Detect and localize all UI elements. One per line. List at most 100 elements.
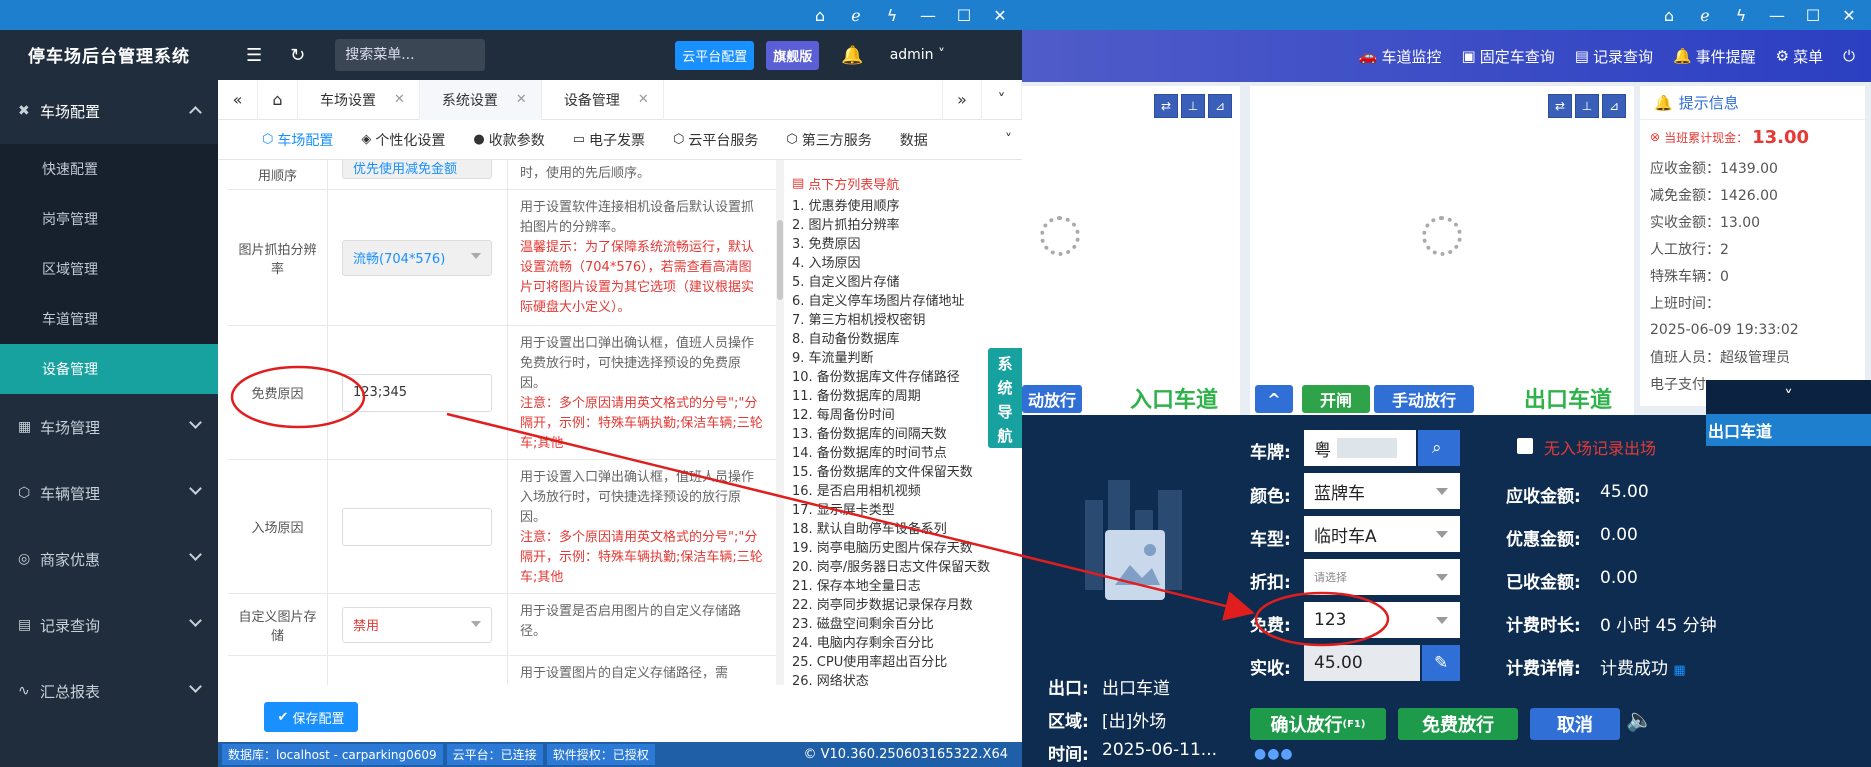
nav-list-item[interactable]: 3. 免费原因 <box>792 235 1022 254</box>
home-icon[interactable]: ⌂ <box>1659 5 1679 25</box>
nav-list-item[interactable]: 8. 自动备份数据库 <box>792 330 1022 349</box>
sidebar-group-reports[interactable]: ∿ 汇总报表 <box>0 658 218 724</box>
sidebar-item-quick-config[interactable]: 快速配置 <box>0 144 218 194</box>
paid-input[interactable]: 45.00 <box>1304 645 1420 681</box>
nav-list-item[interactable]: 6. 自定义停车场图片存储地址 <box>792 292 1022 311</box>
close-tab-icon[interactable]: ✕ <box>394 92 405 107</box>
home-icon[interactable]: ⌂ <box>810 5 830 25</box>
edit-pencil-icon[interactable]: ✎ <box>1422 645 1460 681</box>
resolution-select[interactable]: 流畅(704*576) <box>342 239 492 276</box>
nav-list-item[interactable]: 20. 岗亭/服务器日志文件保留天数 <box>792 558 1022 577</box>
user-menu[interactable]: admin ˅ <box>890 47 945 63</box>
nav-lane-monitor[interactable]: 🚗 车道监控 <box>1359 46 1442 67</box>
subtab-data[interactable]: 数据 <box>886 120 942 160</box>
close-icon[interactable]: ✕ <box>990 5 1010 25</box>
sync-icon[interactable]: ⇄ <box>1548 94 1572 118</box>
free-reason-input[interactable]: 123;345 <box>342 373 492 412</box>
nav-list-item[interactable]: 1. 优惠券使用顺序 <box>792 197 1022 216</box>
form-scrollbar-thumb[interactable] <box>777 220 783 300</box>
close-icon[interactable]: ✕ <box>1839 5 1859 25</box>
sidebar-group-lot-config[interactable]: ✖ 车场配置 <box>0 78 218 144</box>
nav-list-item[interactable]: 7. 第三方相机授权密钥 <box>792 311 1022 330</box>
lane-column-toggle-icon[interactable]: ˅ <box>1706 380 1871 414</box>
gate-icon[interactable]: ⊥ <box>1181 94 1205 118</box>
nav-fixed-car[interactable]: ▣ 固定车查询 <box>1462 46 1555 67</box>
coupon-order-select[interactable]: 优先使用减免金额 <box>342 160 492 179</box>
open-gate-button[interactable]: 开闸 <box>1302 385 1370 413</box>
plate-input[interactable]: 粤 <box>1304 430 1416 466</box>
plugin-icon[interactable]: ϟ <box>882 5 902 25</box>
nav-list-item[interactable]: 26. 网络状态 <box>792 672 1022 688</box>
nav-list-item[interactable]: 4. 入场原因 <box>792 254 1022 273</box>
subtab-payment[interactable]: ● 收款参数 <box>459 120 558 160</box>
menu-toggle-icon[interactable]: ☰ <box>246 45 262 66</box>
minimize-icon[interactable]: — <box>1767 5 1787 25</box>
tabs-scroll-left-icon[interactable]: « <box>218 79 258 120</box>
entry-reason-input[interactable] <box>342 507 492 546</box>
collapse-up-button[interactable]: ^ <box>1255 385 1293 413</box>
nav-list-item[interactable]: 17. 显示屏卡类型 <box>792 501 1022 520</box>
nav-records[interactable]: ▤ 记录查询 <box>1575 46 1653 67</box>
tab-lot-settings[interactable]: 车场设置 ✕ <box>298 79 420 120</box>
tabs-dropdown-icon[interactable]: ˅ <box>982 79 1022 120</box>
manual-release-button[interactable]: 手动放行 <box>1374 385 1474 413</box>
confirm-release-button[interactable]: 确认放行 (F1) <box>1250 708 1386 740</box>
bell-icon[interactable]: 🔔 <box>841 45 863 66</box>
cloud-config-button[interactable]: 云平台配置 <box>675 40 755 70</box>
subtab-personal[interactable]: ◈ 个性化设置 <box>347 120 459 160</box>
sidebar-item-device[interactable]: 设备管理 <box>0 344 218 394</box>
close-tab-icon[interactable]: ✕ <box>516 92 527 107</box>
nav-list-item[interactable]: 24. 电脑内存剩余百分比 <box>792 634 1022 653</box>
browser-icon[interactable]: ℯ <box>846 5 866 25</box>
system-nav-toggle[interactable]: 系 统 导 航 <box>988 348 1022 448</box>
save-config-button[interactable]: ✔ 保存配置 <box>264 702 358 732</box>
tabs-scroll-right-icon[interactable]: » <box>942 79 982 120</box>
nav-list-item[interactable]: 5. 自定义图片存储 <box>792 273 1022 292</box>
home-tab-icon[interactable]: ⌂ <box>258 79 298 120</box>
lane-column-selected[interactable]: 出口车道 <box>1706 414 1871 446</box>
maximize-icon[interactable]: ☐ <box>954 5 974 25</box>
nav-menu[interactable]: ⚙ 菜单 <box>1776 46 1823 67</box>
nav-list-item[interactable]: 25. CPU使用率超出百分比 <box>792 653 1022 672</box>
subtab-cloud[interactable]: ⬡ 云平台服务 <box>659 120 772 160</box>
free-reason-select[interactable]: 123 <box>1304 602 1460 638</box>
subtabs-dropdown-icon[interactable]: ˅ <box>1005 132 1012 148</box>
menu-search-input[interactable] <box>335 39 486 71</box>
grid-icon[interactable]: ▦ <box>1673 663 1685 678</box>
nav-list-item[interactable]: 15. 备份数据库的文件保留天数 <box>792 463 1022 482</box>
sync-icon[interactable]: ⇄ <box>1154 94 1178 118</box>
subtab-invoice[interactable]: ▭ 电子发票 <box>559 120 659 160</box>
tab-device-manage[interactable]: 设备管理 ✕ <box>542 79 664 120</box>
maximize-icon[interactable]: ☐ <box>1803 5 1823 25</box>
power-icon[interactable]: ⏻ <box>1843 47 1855 65</box>
sidebar-group-vehicle[interactable]: ⬡ 车辆管理 <box>0 460 218 526</box>
subtab-third-party[interactable]: ⬡ 第三方服务 <box>772 120 885 160</box>
close-tab-icon[interactable]: ✕ <box>638 92 649 107</box>
nav-list-item[interactable]: 23. 磁盘空间剩余百分比 <box>792 615 1022 634</box>
browser-icon[interactable]: ℯ <box>1695 5 1715 25</box>
sidebar-group-lot-manage[interactable]: ▦ 车场管理 <box>0 394 218 460</box>
car-type-select[interactable]: 临时车A <box>1304 516 1460 552</box>
subtab-lot-config[interactable]: ⬡ 车场配置 <box>248 120 347 160</box>
nav-list-item[interactable]: 16. 是否启用相机视频 <box>792 482 1022 501</box>
speaker-icon[interactable]: 🔈 <box>1626 708 1653 733</box>
sidebar-item-area[interactable]: 区域管理 <box>0 244 218 294</box>
nav-list-item[interactable]: 22. 岗亭同步数据记录保存月数 <box>792 596 1022 615</box>
plate-search-icon[interactable]: ⌕ <box>1418 430 1460 466</box>
nav-events[interactable]: 🔔 事件提醒 <box>1673 46 1756 67</box>
refresh-icon[interactable]: ↻ <box>290 45 305 66</box>
plugin-icon[interactable]: ϟ <box>1731 5 1751 25</box>
nav-list-item[interactable]: 21. 保存本地全量日志 <box>792 577 1022 596</box>
sidebar-item-lane[interactable]: 车道管理 <box>0 294 218 344</box>
edition-badge[interactable]: 旗舰版 <box>766 40 820 70</box>
free-release-button[interactable]: 免费放行 <box>1398 708 1518 740</box>
sidebar-group-merchant[interactable]: ◎ 商家优惠 <box>0 526 218 592</box>
color-select[interactable]: 蓝牌车 <box>1304 473 1460 509</box>
gate-open-icon[interactable]: ⊿ <box>1208 94 1232 118</box>
nav-list-item[interactable]: 19. 岗亭电脑历史图片保存天数 <box>792 539 1022 558</box>
gate-open-icon[interactable]: ⊿ <box>1602 94 1626 118</box>
nav-list-item[interactable]: 18. 默认自助停车设备系列 <box>792 520 1022 539</box>
no-entry-checkbox[interactable] <box>1517 438 1533 454</box>
minimize-icon[interactable]: — <box>918 5 938 25</box>
gate-icon[interactable]: ⊥ <box>1575 94 1599 118</box>
